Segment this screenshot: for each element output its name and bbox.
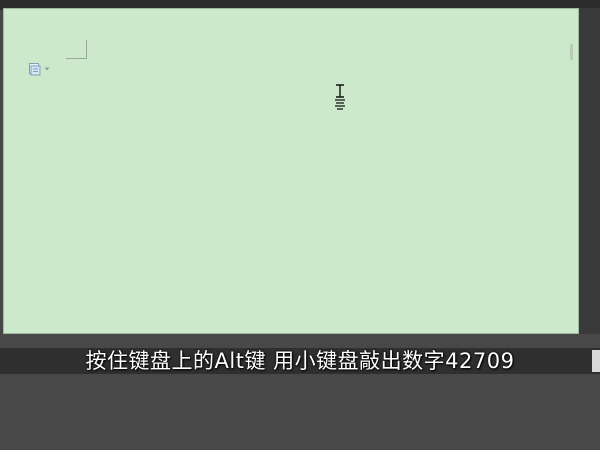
document-page[interactable] (3, 8, 579, 334)
page-margin-corner (66, 40, 87, 59)
screen-frame: 按住键盘上的Alt键 用小键盘敲出数字42709 (0, 0, 600, 450)
subtitle-caption: 按住键盘上的Alt键 用小键盘敲出数字42709 (85, 349, 515, 373)
scrollbar-thumb[interactable] (570, 44, 573, 60)
chevron-down-icon (44, 67, 50, 71)
window-right-edge (579, 8, 600, 334)
ibeam-cursor-icon (335, 84, 345, 110)
paste-options-button[interactable] (28, 62, 52, 76)
paste-options-icon (29, 63, 41, 76)
